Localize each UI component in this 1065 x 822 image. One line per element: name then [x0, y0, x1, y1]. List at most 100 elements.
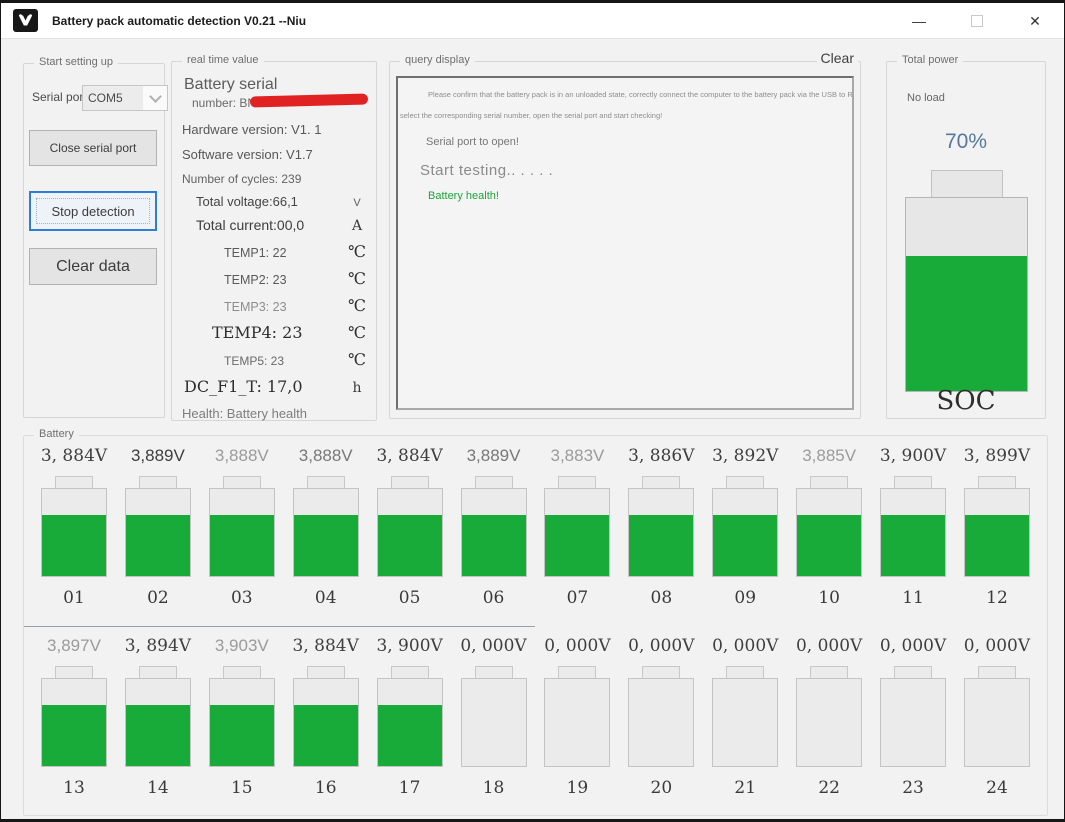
cell-voltage: 0, 000V — [964, 636, 1030, 660]
start-setting-up-panel: Start setting up Serial port COM5 Close … — [23, 63, 165, 418]
clear-log-button[interactable]: Clear — [817, 50, 858, 66]
battery-cap — [810, 476, 848, 488]
battery-cap — [894, 666, 932, 678]
battery-cell: 3, 886V 08 — [625, 446, 697, 608]
cell-voltage: 3,888V — [215, 446, 269, 470]
cell-number: 21 — [734, 778, 756, 798]
battery-cell: 3,889V 02 — [122, 446, 194, 608]
battery-body — [209, 488, 275, 577]
battery-cap — [55, 666, 93, 678]
minimize-button[interactable]: — — [890, 3, 948, 39]
measurement-row: Total current:00,0A — [180, 217, 370, 234]
cell-row-1: 3, 884V 01 3,889V 02 3,888V 03 3,888V — [38, 446, 1033, 608]
battery-cap — [139, 476, 177, 488]
battery-cap — [475, 476, 513, 488]
cell-voltage: 0, 000V — [460, 636, 526, 660]
serial-port-select[interactable]: COM5 — [82, 85, 168, 111]
title-bar: Battery pack automatic detection V0.21 -… — [1, 3, 1064, 39]
battery-fill — [126, 705, 190, 766]
measurement-unit: ℃ — [344, 242, 370, 261]
cell-voltage: 3, 884V — [293, 636, 359, 660]
measurement-row: DC_F1_T: 17,0h — [180, 377, 370, 396]
battery-icon — [461, 476, 527, 577]
close-serial-port-button[interactable]: Close serial port — [29, 130, 157, 166]
cell-number: 07 — [567, 588, 589, 608]
load-status: No load — [907, 92, 945, 104]
battery-cap — [978, 666, 1016, 678]
battery-fill — [294, 515, 358, 576]
battery-cap — [391, 666, 429, 678]
cell-voltage: 3,889V — [467, 446, 521, 470]
cell-number: 05 — [399, 588, 421, 608]
battery-cell: 3,883V 07 — [541, 446, 613, 608]
stop-detection-button[interactable]: Stop detection — [29, 191, 157, 231]
battery-body — [377, 488, 443, 577]
chevron-down-icon — [143, 86, 167, 110]
close-button[interactable]: ✕ — [1006, 3, 1064, 39]
battery-icon — [544, 666, 610, 767]
cell-number: 03 — [231, 588, 253, 608]
battery-cell: 3, 884V 05 — [374, 446, 446, 608]
battery-cell: 3, 894V 14 — [122, 636, 194, 798]
measurement-unit: ℃ — [344, 269, 370, 288]
measurement-row: TEMP3: 23℃ — [180, 296, 370, 315]
measurement-rows: Total voltage:66,1VTotal current:00,0ATE… — [180, 194, 370, 396]
cell-number: 16 — [315, 778, 337, 798]
cell-number: 23 — [902, 778, 924, 798]
cell-number: 14 — [147, 778, 169, 798]
cell-voltage: 3, 884V — [376, 446, 442, 470]
battery-body — [461, 488, 527, 577]
battery-fill — [545, 515, 609, 576]
measurement-label: Total voltage:66,1 — [196, 194, 344, 209]
battery-fill — [629, 515, 693, 576]
battery-cap — [558, 666, 596, 678]
cell-voltage: 0, 000V — [544, 636, 610, 660]
battery-fill — [462, 515, 526, 576]
cell-row-2: 3,897V 13 3, 894V 14 3,903V 15 3, 884V — [38, 636, 1033, 798]
log-message: select the corresponding serial number, … — [398, 111, 852, 120]
log-message: Please confirm that the battery pack is … — [398, 90, 852, 99]
battery-icon — [796, 476, 862, 577]
cell-number: 24 — [986, 778, 1008, 798]
battery-icon — [293, 476, 359, 577]
panel-label: real time value — [182, 54, 264, 66]
battery-fill — [965, 515, 1029, 576]
query-log[interactable]: Please confirm that the battery pack is … — [396, 76, 854, 410]
battery-cap — [894, 476, 932, 488]
battery-cell: 0, 000V 18 — [458, 636, 530, 798]
cell-number: 11 — [902, 588, 924, 608]
battery-cells-panel: Battery 3, 884V 01 3,889V 02 3,888V 03 — [23, 435, 1048, 816]
app-window: Battery pack automatic detection V0.21 -… — [0, 0, 1065, 822]
battery-fill — [210, 515, 274, 576]
cell-voltage: 3, 886V — [628, 446, 694, 470]
battery-body — [964, 488, 1030, 577]
battery-icon — [209, 476, 275, 577]
health-status: Health: Battery health — [182, 406, 370, 421]
battery-cap — [726, 476, 764, 488]
battery-icon — [796, 666, 862, 767]
cell-number: 10 — [818, 588, 840, 608]
battery-icon — [125, 666, 191, 767]
battery-body — [880, 678, 946, 767]
soc-battery-icon — [905, 197, 1028, 392]
battery-fill — [42, 705, 106, 766]
app-logo-icon — [13, 9, 38, 32]
battery-body — [628, 678, 694, 767]
soc-label: SOC — [887, 386, 1045, 416]
battery-cell: 3, 899V 12 — [961, 446, 1033, 608]
measurement-unit: ℃ — [344, 350, 370, 369]
battery-fill — [42, 515, 106, 576]
battery-cell: 3,889V 06 — [458, 446, 530, 608]
battery-cell: 0, 000V 24 — [961, 636, 1033, 798]
battery-body — [964, 678, 1030, 767]
maximize-button[interactable] — [948, 3, 1006, 39]
battery-body — [209, 678, 275, 767]
clear-data-button[interactable]: Clear data — [29, 248, 157, 285]
battery-fill — [713, 515, 777, 576]
cell-voltage: 3, 892V — [712, 446, 778, 470]
cell-number: 04 — [315, 588, 337, 608]
battery-body — [880, 488, 946, 577]
cell-number: 08 — [651, 588, 673, 608]
battery-body — [796, 488, 862, 577]
query-display-panel: query display Clear Please confirm that … — [389, 61, 861, 419]
